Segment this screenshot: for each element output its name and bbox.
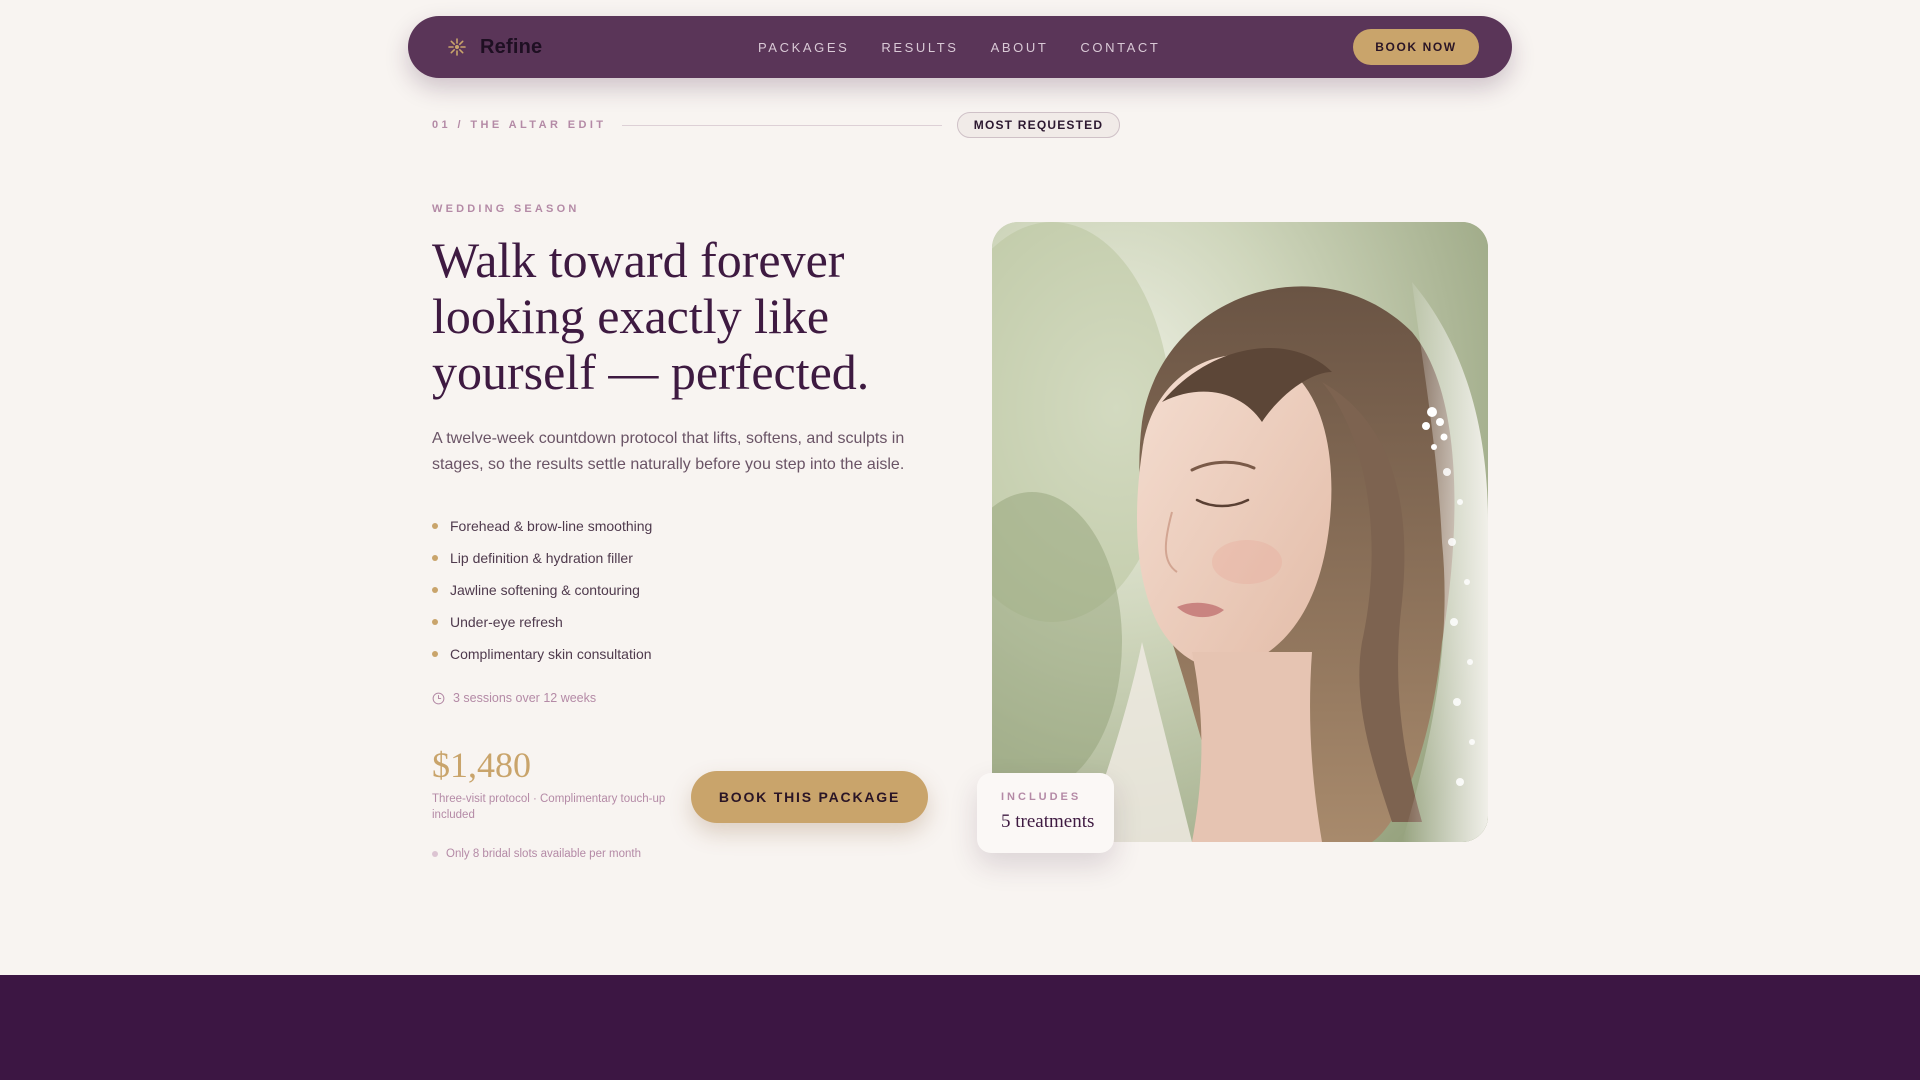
sparkle-logo-icon	[446, 36, 468, 58]
feature-item: Forehead & brow-line smoothing	[432, 510, 652, 542]
section-eyebrow: 01 / THE ALTAR EDIT MOST REQUESTED	[432, 112, 1121, 138]
nav-link-packages[interactable]: PACKAGES	[758, 40, 849, 55]
feature-item: Jawline softening & contouring	[432, 574, 652, 606]
bullet-dot-icon	[432, 619, 438, 625]
feature-label: Forehead & brow-line smoothing	[450, 518, 653, 534]
hero-description: A twelve-week countdown protocol that li…	[432, 430, 905, 473]
package-price: $1,480	[432, 745, 531, 785]
duration-text: 3 sessions over 12 weeks	[453, 691, 597, 705]
includes-value: 5 treatments	[1001, 811, 1095, 832]
book-package-button[interactable]: BOOK THIS PACKAGE	[691, 771, 928, 823]
nav-link-contact[interactable]: CONTACT	[1080, 40, 1160, 55]
status-dot-icon	[432, 851, 438, 857]
feature-item: Lip definition & hydration filler	[432, 542, 652, 574]
nav-links: PACKAGES RESULTS ABOUT CONTACT	[758, 16, 1160, 78]
section-number-label: 01 / THE ALTAR EDIT	[432, 119, 607, 131]
bride-portrait-image	[992, 222, 1488, 842]
includes-label: INCLUDES	[1001, 791, 1082, 803]
most-requested-badge: MOST REQUESTED	[957, 112, 1120, 138]
feature-list: Forehead & brow-line smoothing Lip defin…	[432, 510, 652, 670]
hero-headline: Walk toward forever looking exactly like…	[432, 232, 870, 400]
session-duration: 3 sessions over 12 weeks	[432, 691, 596, 705]
availability-note: Only 8 bridal slots available per month	[432, 848, 641, 860]
feature-label: Lip definition & hydration filler	[450, 550, 633, 566]
next-section-band	[0, 975, 1920, 1080]
clock-icon	[432, 692, 445, 704]
nav-link-results[interactable]: RESULTS	[881, 40, 958, 55]
feature-item: Complimentary skin consultation	[432, 638, 652, 670]
feature-label: Jawline softening & contouring	[450, 582, 640, 598]
bullet-dot-icon	[432, 555, 438, 561]
feature-item: Under-eye refresh	[432, 606, 652, 638]
book-now-button[interactable]: BOOK NOW	[1353, 29, 1479, 65]
availability-text: Only 8 bridal slots available per month	[446, 848, 641, 860]
feature-label: Under-eye refresh	[450, 614, 563, 630]
hero-kicker: WEDDING SEASON	[432, 203, 580, 215]
bullet-dot-icon	[432, 587, 438, 593]
price-note: Three-visit protocol · Complimentary tou…	[432, 793, 666, 821]
includes-card: INCLUDES 5 treatments	[977, 773, 1114, 853]
brand[interactable]: Refine	[446, 16, 542, 78]
bullet-dot-icon	[432, 523, 438, 529]
top-nav: Refine PACKAGES RESULTS ABOUT CONTACT BO…	[408, 16, 1512, 78]
nav-link-about[interactable]: ABOUT	[991, 40, 1049, 55]
feature-label: Complimentary skin consultation	[450, 646, 652, 662]
brand-name: Refine	[480, 35, 543, 58]
divider	[622, 125, 942, 126]
bullet-dot-icon	[432, 651, 438, 657]
